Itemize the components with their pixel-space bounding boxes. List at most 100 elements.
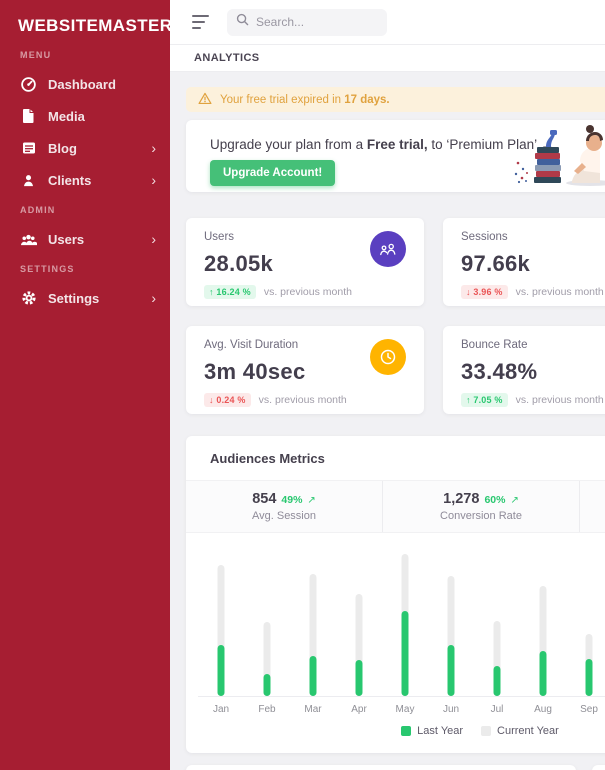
bar-last-year [539,651,547,696]
delta-badge: ↑ 7.05 % [461,393,508,407]
users-by-device-card: Users by Device ⋮ [186,765,576,770]
search-box[interactable] [227,8,387,36]
chart-month-label: Jun [442,704,460,715]
file-icon [20,108,37,125]
stat-cell-cropped [580,481,605,532]
stat-value: 97.66k [461,251,531,276]
page-title: ANALYTICS [170,44,605,72]
warning-icon [198,92,212,108]
stat-cards-row-2: Avg. Visit Duration 3m 40sec ↓ 0.24 % vs… [186,326,605,414]
stat-delta: 49% [281,494,303,506]
bar-last-year [493,666,501,696]
bar-last-year [263,673,271,696]
search-icon [236,13,249,31]
stat-note: vs. previous month [263,286,352,298]
bar-last-year [309,656,317,696]
chart-bar-group [336,545,382,696]
stat-value: 33.48% [461,359,538,384]
arrow-up-icon: ↑ [209,287,214,297]
legend-item[interactable]: Last Year [401,725,463,737]
arrow-up-icon: ↑ [466,395,471,405]
chart-month-label: May [395,704,415,715]
legend-label: Current Year [497,725,559,737]
delta-badge: ↓ 3.96 % [461,285,508,299]
trial-alert-text: Your free trial expired in 17 days. [220,93,390,106]
bar-chart-plot [198,545,605,697]
stat-card-users: Users 28.05k ↑ 16.24 % vs. previous mont… [186,218,424,306]
chart-bar-group [290,545,336,696]
users-icon [370,231,406,267]
sidebar-item-settings[interactable]: Settings › [0,282,170,314]
chevron-right-icon: › [151,140,156,156]
blog-icon [20,140,37,157]
stat-card-sessions: Sessions 97.66k ↓ 3.96 % vs. previous mo… [443,218,605,306]
stat-note: vs. previous month [258,394,347,406]
bottom-cards-row: Users by Device ⋮ [186,765,605,770]
sidebar-section-menu: MENU [20,50,52,60]
stat-label: Sessions [461,231,508,243]
sidebar-item-label: Settings [48,290,100,306]
content: Your free trial expired in 17 days. Upgr… [170,72,605,770]
chart-legend: Last Year Current Year [264,725,605,737]
stat-delta: 60% [484,494,506,506]
chart-bar-group [244,545,290,696]
legend-item[interactable]: Current Year [481,725,559,737]
audiences-stats-row: 854 49% ↗ Avg. Session 1,278 60% ↗ Conve… [186,480,605,533]
audiences-metrics-card: Audiences Metrics 854 49% ↗ Avg. Session… [186,436,605,753]
stat-note: vs. previous month [515,286,604,298]
brand-logo: WEBSITEMASTER [18,16,173,35]
trial-alert: Your free trial expired in 17 days. [186,87,605,112]
stat-card-bounce-rate: Bounce Rate 33.48% ↑ 7.05 % vs. previous… [443,326,605,414]
stat-label: Avg. Session [251,510,316,522]
bar-last-year [355,659,363,696]
stat-label: Bounce Rate [461,339,528,351]
delta-badge: ↓ 0.24 % [204,393,251,407]
search-input[interactable] [256,15,376,29]
sidebar-section-settings: SETTINGS [20,264,75,274]
bar-last-year [401,611,409,696]
chevron-right-icon: › [151,231,156,247]
sidebar-item-label: Clients [48,172,92,188]
person-icon [20,172,37,189]
stat-card-avg-visit: Avg. Visit Duration 3m 40sec ↓ 0.24 % vs… [186,326,424,414]
sidebar-item-blog[interactable]: Blog › [0,132,170,164]
sidebar-item-label: Dashboard [48,76,116,92]
stat-value: 854 [252,491,277,507]
legend-swatch [401,726,412,736]
stat-avg-session: 854 49% ↗ Avg. Session [186,481,383,532]
bar-last-year [217,644,225,696]
clock-icon [370,339,406,375]
sidebar-item-dashboard[interactable]: Dashboard [0,68,170,100]
chart-month-label: Sep [580,704,598,715]
chart-month-label: Apr [351,704,367,715]
users-icon [20,231,37,248]
chart-bar-group [428,545,474,696]
chart-month-label: Aug [534,704,552,715]
bar-last-year [585,658,593,696]
gauge-icon [20,76,37,93]
stat-cards-row-1: Users 28.05k ↑ 16.24 % vs. previous mont… [186,218,605,306]
menu-toggle-icon[interactable] [192,15,210,29]
chart-month-label: Jul [490,704,504,715]
sidebar-item-label: Users [48,231,85,247]
sidebar-item-users[interactable]: Users › [0,223,170,255]
upgrade-account-button[interactable]: Upgrade Account! [210,160,336,186]
cropped-card [592,765,605,770]
sidebar-item-label: Media [48,108,85,124]
stat-value: 1,278 [443,491,480,507]
gear-icon [20,290,37,307]
sidebar-item-media[interactable]: Media [0,100,170,132]
chart-bar-group [382,545,428,696]
sidebar-section-admin: ADMIN [20,205,56,215]
bar-chart: Jan Feb Mar Apr May Jun Jul Aug Sep Last Year Cur… [186,533,605,737]
upgrade-banner: Upgrade your plan from a Free trial, to … [186,120,605,192]
main-area: ANALYTICS Your free trial expired in 17 … [170,0,605,770]
stat-label: Conversion Rate [440,510,522,522]
trend-up-icon: ↗ [307,495,316,506]
chart-bar-group [566,545,605,696]
upgrade-illustration [510,120,605,192]
sidebar: WEBSITEMASTER MENU Dashboard Media Blog … [0,0,173,770]
sidebar-item-clients[interactable]: Clients › [0,164,170,196]
topbar [170,0,605,44]
chart-month-label: Jan [212,704,230,715]
